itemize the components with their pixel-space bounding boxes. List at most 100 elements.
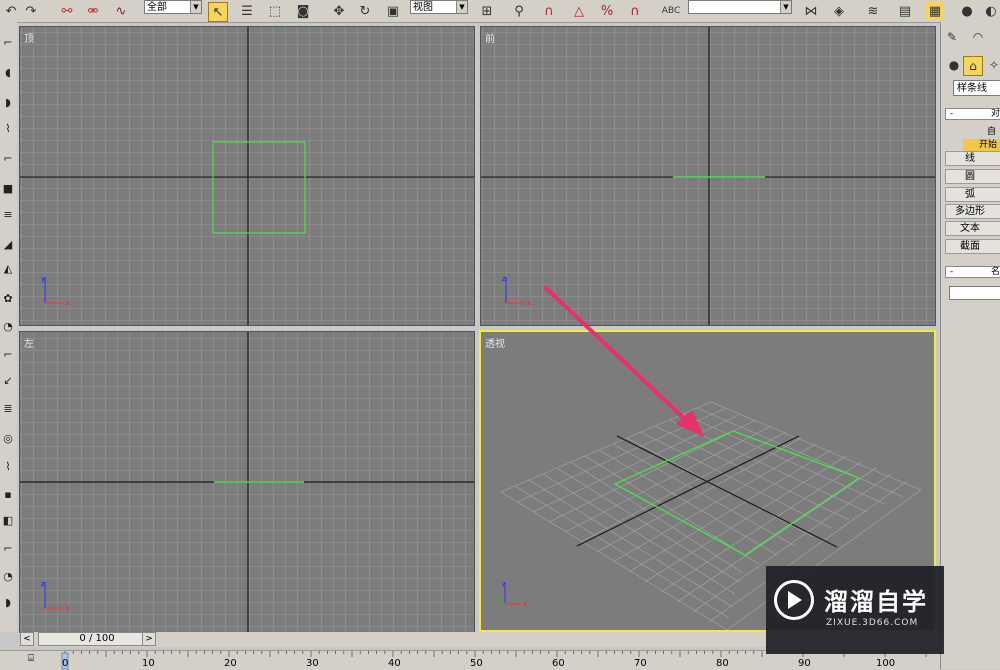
text-button-label: 文本 [960,223,980,234]
scale-icon[interactable]: ▣ [384,2,402,20]
tool-icon[interactable]: ◖ [1,66,15,80]
geometry-category-icon[interactable]: ● [945,56,963,74]
tool-icon[interactable]: ⌐ [1,152,15,166]
rotate-icon[interactable]: ↻ [356,2,374,20]
create-tab-icon[interactable]: ✎ [943,28,961,46]
tool-icon[interactable]: ◔ [1,320,15,334]
tick-label: 20 [224,658,237,669]
tool-icon[interactable]: ◗ [1,96,15,110]
align-icon[interactable]: ◈ [830,2,848,20]
redo-icon[interactable]: ↷ [22,2,40,20]
mirror-icon[interactable]: ⋈ [802,2,820,20]
tool-icon[interactable]: ▪ [1,488,15,502]
shapes-category-icon[interactable]: ⌂ [963,56,983,76]
circle-button[interactable]: 圆 [945,169,1000,184]
material-editor-icon[interactable]: ● [958,2,976,20]
tool-icon[interactable]: ≡ [1,208,15,222]
unlink-icon[interactable]: ⚮ [84,2,102,20]
watermark-logo: 溜溜自学 ZIXUE.3D66.COM [766,566,944,654]
collapse-icon: - [950,109,954,119]
viewport-left[interactable]: z y 左 [19,331,475,633]
render-setup-icon[interactable]: ◐ [982,2,1000,20]
viewport-label[interactable]: 顶 [24,30,34,45]
rollout-title: 名 [990,267,1000,277]
window-crossing-icon[interactable]: ◙ [294,2,312,20]
tool-icon[interactable]: ⌐ [1,542,15,556]
undo-icon[interactable]: ↶ [2,2,20,20]
layer-manager-icon[interactable]: ≋ [864,2,882,20]
command-panel: ✎ ◠ ● ⌂ ✧ 样条线 - 对 自 开始 线 圆 弧 多边形 文本 截面 -… [940,22,1000,669]
angle-snap-icon[interactable]: △ [570,2,588,20]
viewport-top-canvas: y x [20,27,474,325]
category-value: 样条线 [957,83,987,94]
schematic-view-icon[interactable]: ▦ [926,2,944,20]
line-button-label: 线 [965,153,975,164]
snap-toggle-icon[interactable]: ∩ [540,2,558,20]
arc-button[interactable]: 弧 [945,187,1000,202]
named-selection-dropdown[interactable]: ▼ [688,0,792,14]
lights-category-icon[interactable]: ✧ [985,56,1000,74]
link-icon[interactable]: ⚯ [58,2,76,20]
time-slider-thumb[interactable]: 0 / 100 [38,632,156,646]
object-type-rollout-header[interactable]: - 对 [945,108,1000,120]
curve-editor-icon[interactable]: ▤ [896,2,914,20]
selection-filter-dropdown[interactable]: 全部 ▼ [144,0,202,14]
select-object-icon[interactable]: ↖ [208,2,228,22]
spinner-snap-icon[interactable]: ∩ [626,2,644,20]
line-button[interactable]: 线 [945,151,1000,166]
ngon-button-label: 多边形 [955,206,985,217]
modify-tab-icon[interactable]: ◠ [969,28,987,46]
tool-icon[interactable]: ◔ [1,570,15,584]
time-next-button[interactable]: > [142,632,156,646]
start-new-shape-label: 开始 [978,140,997,150]
tick-label: 90 [798,658,811,669]
svg-text:z: z [41,580,45,588]
text-button[interactable]: 文本 [945,221,1000,236]
name-color-rollout-header[interactable]: - 名 [945,266,1000,278]
lock-icon[interactable]: ■ [1,182,15,196]
svg-text:x: x [66,299,70,307]
viewport-label[interactable]: 前 [485,30,495,45]
tool-icon[interactable]: ✿ [1,292,15,306]
viewport-label[interactable]: 左 [24,335,34,350]
tool-icon[interactable]: ◎ [1,432,15,446]
reference-coord-dropdown[interactable]: 视图 ▼ [410,0,468,14]
bind-spacewarp-icon[interactable]: ∿ [112,2,130,20]
chevron-down-icon: ▼ [190,1,201,13]
start-new-shape-checkbox[interactable]: 开始 [963,139,1000,151]
tool-icon[interactable]: ◭ [1,262,15,276]
rollout-title: 对 [990,109,1000,119]
viewport-left-canvas: z y [20,332,474,632]
rectangular-region-icon[interactable]: ⬚ [266,2,284,20]
tool-icon[interactable]: ⌐ [1,348,15,362]
viewport-label[interactable]: 透视 [485,335,505,350]
tool-icon[interactable]: ↙ [1,374,15,388]
select-manipulate-icon[interactable]: ⚲ [510,2,528,20]
object-name-field[interactable] [949,286,1000,300]
section-button[interactable]: 截面 [945,239,1000,254]
pivot-center-icon[interactable]: ⊞ [478,2,496,20]
chevron-down-icon: ▼ [456,1,467,13]
edit-named-selection-icon[interactable]: ABC [662,2,680,20]
tool-icon[interactable]: ⌇ [1,460,15,474]
tool-icon[interactable]: ◢ [1,238,15,252]
svg-text:x: x [523,600,527,608]
tool-icon[interactable]: ⌐ [1,36,15,50]
viewport-top[interactable]: y x 顶 [19,26,475,326]
viewport-front[interactable]: z x 前 [480,26,936,326]
tool-icon[interactable]: ◗ [1,596,15,610]
select-by-name-icon[interactable]: ☰ [238,2,256,20]
svg-text:x: x [527,299,531,307]
tool-icon[interactable]: ⌇ [1,122,15,136]
tool-icon[interactable]: ◧ [1,514,15,528]
tick-label: 40 [388,658,401,669]
move-icon[interactable]: ✥ [330,2,348,20]
autogrid-label[interactable]: 自 [987,124,996,137]
watermark-url: ZIXUE.3D66.COM [826,618,919,628]
tool-icon[interactable]: ≣ [1,402,15,416]
category-dropdown[interactable]: 样条线 [953,80,1000,96]
percent-snap-icon[interactable]: % [598,2,616,20]
tick-label: 50 [470,658,483,669]
ngon-button[interactable]: 多边形 [945,204,1000,219]
time-prev-button[interactable]: < [20,632,34,646]
